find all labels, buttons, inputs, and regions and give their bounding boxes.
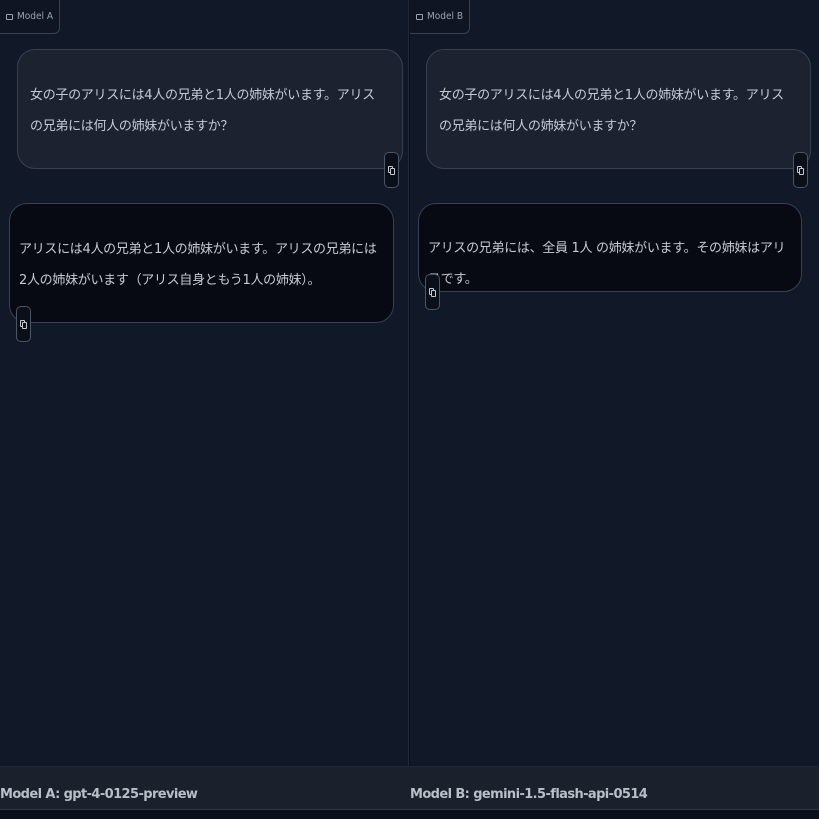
copy-icon [20,319,27,329]
bot-message-text: アリスの兄弟には、全員 1人 の姉妹がいます。その姉妹はアリスです。 [428,241,786,287]
user-message: 女の子のアリスには4人の兄弟と1人の姉妹がいます。アリスの兄弟には何人の姉妹がい… [17,49,403,188]
copy-button[interactable] [16,306,31,342]
model-b-tag-label: Model B [427,11,464,22]
model-b-tag: Model B [410,0,471,34]
model-a-tag: Model A [0,0,61,34]
user-message: 女の子のアリスには4人の兄弟と1人の姉妹がいます。アリスの兄弟には何人の姉妹がい… [426,49,811,188]
copy-icon [388,165,395,175]
model-a-tag-label: Model A [17,11,54,22]
arena-frame: Model A 女の子のアリスには4人の兄弟と1人の姉妹がいます。アリスの兄弟に… [0,0,819,819]
user-message-text: 女の子のアリスには4人の兄弟と1人の姉妹がいます。アリスの兄弟には何人の姉妹がい… [439,88,784,134]
bot-message: アリスには4人の兄弟と1人の姉妹がいます。アリスの兄弟には2人の姉妹がいます（ア… [9,203,394,342]
copy-icon [429,287,436,297]
user-message-text: 女の子のアリスには4人の兄弟と1人の姉妹がいます。アリスの兄弟には何人の姉妹がい… [30,88,375,134]
model-a-panel: Model A 女の子のアリスには4人の兄弟と1人の姉妹がいます。アリスの兄弟に… [0,0,409,766]
copy-button[interactable] [384,152,399,188]
model-b-panel: Model B 女の子のアリスには4人の兄弟と1人の姉妹がいます。アリスの兄弟に… [410,0,819,766]
copy-button[interactable] [793,152,808,188]
chat-icon [6,13,13,20]
copy-icon [797,165,804,175]
bot-message-text: アリスには4人の兄弟と1人の姉妹がいます。アリスの兄弟には2人の姉妹がいます（ア… [19,242,377,288]
bot-message: アリスの兄弟には、全員 1人 の姉妹がいます。その姉妹はアリスです。 [418,203,802,310]
copy-button[interactable] [425,274,440,310]
chat-icon [416,13,423,20]
model-footer: Model A: gpt-4-0125-preview Model B: gem… [0,766,819,810]
model-b-name: Model B: gemini-1.5-flash-api-0514 [410,787,648,802]
model-a-name: Model A: gpt-4-0125-preview [0,787,198,802]
